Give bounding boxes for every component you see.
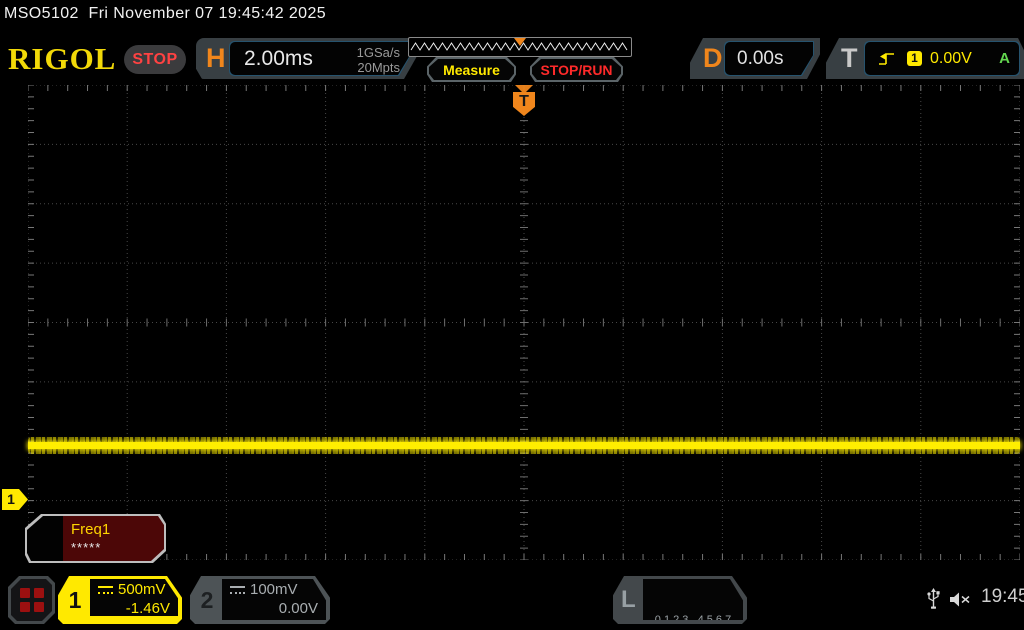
preview-trigger-position-icon xyxy=(514,38,526,46)
sample-rate: 1GSa/s xyxy=(356,45,400,60)
delay-label: D xyxy=(703,43,723,73)
measurement-label: Freq1 xyxy=(71,521,111,538)
oscilloscope-screen: MSO5102 Fri November 07 19:45:42 2025 RI… xyxy=(0,0,1024,630)
measure-button-label: Measure xyxy=(429,59,514,80)
channel1-status-block[interactable]: 1 500mV -1.46V xyxy=(58,576,182,624)
channel2-status-block[interactable]: 2 100mV 0.00V xyxy=(190,576,330,624)
graticule-grid xyxy=(27,84,1021,561)
usb-icon xyxy=(927,588,940,609)
waveform-preview-strip[interactable] xyxy=(408,37,632,57)
channel-status-bar: 1 500mV -1.46V 2 100mV 0.00V L 0 1 2 3 4… xyxy=(0,570,1024,630)
channel1-scale: 500mV xyxy=(118,581,166,598)
logic-channels-row1: 0 1 2 3 4 5 6 7 xyxy=(654,614,732,626)
trigger-level-value: 0.00V xyxy=(930,49,972,67)
display-layout-button[interactable] xyxy=(8,576,55,624)
channel2-scale: 100mV xyxy=(250,581,298,598)
measure-button[interactable]: Measure xyxy=(427,57,516,82)
run-state-indicator: STOP xyxy=(124,45,186,74)
logic-channels-block[interactable]: L 0 1 2 3 4 5 6 7 8 9 10 11 12 13 14 15 xyxy=(613,576,747,624)
delay-settings-block[interactable]: D 0.00s xyxy=(690,38,820,79)
dc-coupling-icon xyxy=(230,586,245,594)
timebase-box: 2.00ms 1GSa/s 20Mpts xyxy=(229,41,411,76)
channel1-number: 1 xyxy=(68,586,82,613)
horizontal-label: H xyxy=(206,43,226,73)
trigger-position-label: T xyxy=(513,92,535,116)
status-headline: MSO5102 Fri November 07 19:45:42 2025 xyxy=(4,5,327,22)
channel2-number: 2 xyxy=(200,586,214,613)
trigger-sweep-mode: A xyxy=(999,50,1010,67)
channel1-offset: -1.46V xyxy=(125,600,170,617)
rising-edge-icon xyxy=(877,50,897,68)
delay-value: 0.00s xyxy=(737,48,784,69)
waveform-display-area: T xyxy=(27,84,1021,561)
trigger-source-badge: 1 xyxy=(907,51,922,66)
stop-run-button-label: STOP/RUN xyxy=(532,59,621,80)
dc-coupling-icon xyxy=(98,586,113,594)
rigol-logo: RIGOL xyxy=(8,41,117,76)
toolbar: RIGOL STOP H 2.00ms 1GSa/s 20Mpts Measur… xyxy=(0,36,1024,82)
measurement-value: ***** xyxy=(71,540,102,555)
measurement-result-box[interactable]: Freq1 ***** xyxy=(25,514,166,563)
channel2-offset: 0.00V xyxy=(278,600,318,617)
speaker-muted-icon xyxy=(950,592,970,607)
grid-icon xyxy=(20,588,44,612)
logic-label: L xyxy=(621,586,636,613)
clock: 19:45 xyxy=(981,586,1024,607)
memory-depth: 20Mpts xyxy=(357,60,400,75)
timebase-value: 2.00ms xyxy=(244,47,313,70)
trigger-position-marker[interactable]: T xyxy=(511,85,537,116)
horizontal-settings-block[interactable]: H 2.00ms 1GSa/s 20Mpts xyxy=(196,38,418,79)
channel1-position-marker[interactable]: 1 xyxy=(2,489,28,510)
stop-run-button[interactable]: STOP/RUN xyxy=(530,57,623,82)
channel1-trace xyxy=(28,437,1020,454)
trigger-label: T xyxy=(841,43,858,73)
trigger-settings-block[interactable]: T 1 0.00V A xyxy=(826,38,1024,79)
